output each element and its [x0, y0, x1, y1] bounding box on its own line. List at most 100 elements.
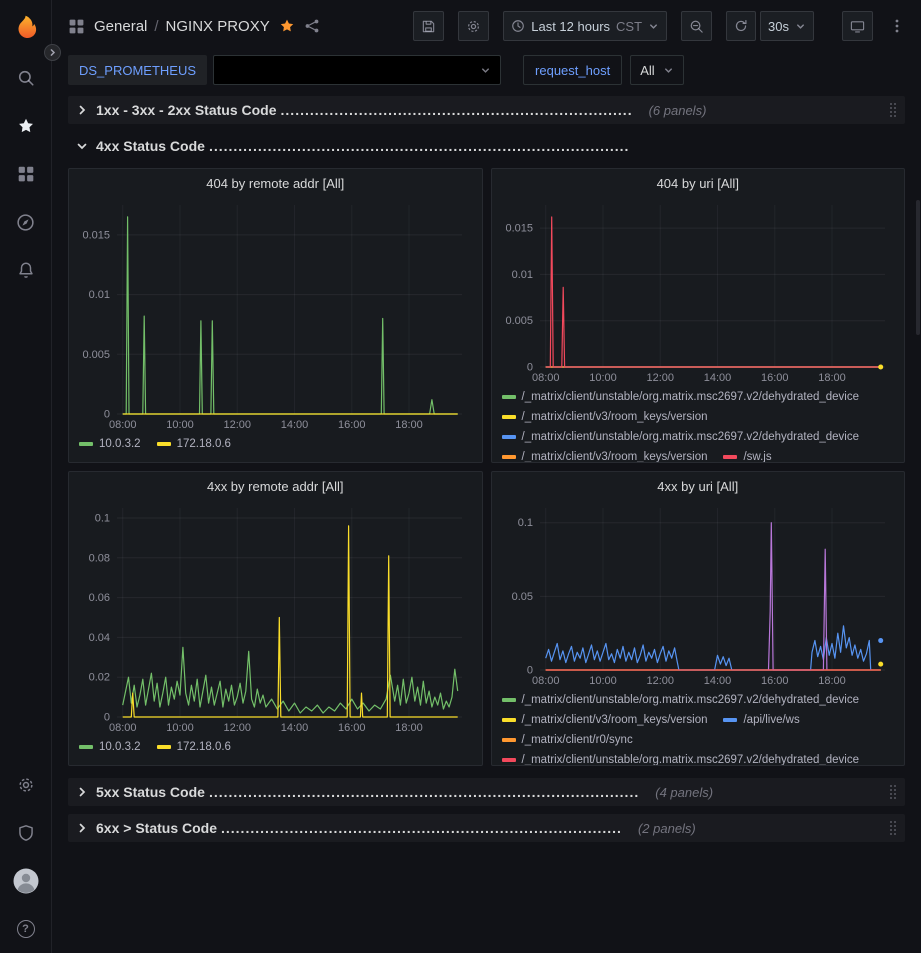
legend-item[interactable]: /_matrix/client/r0/sync: [502, 734, 633, 746]
legend-item[interactable]: /_matrix/client/unstable/org.matrix.msc2…: [502, 431, 860, 443]
legend-series-swatch: [502, 698, 516, 702]
monitor-icon: [850, 19, 865, 34]
user-avatar: [13, 868, 39, 894]
panel-title[interactable]: 4xx by uri [All]: [492, 472, 905, 500]
panel-4xx-by-remote-addr: 4xx by remote addr [All]08:0010:0012:001…: [68, 471, 483, 766]
timeseries-plot[interactable]: 08:0010:0012:0014:0016:0018:0000.0050.01…: [500, 197, 897, 385]
row-drag-handle[interactable]: [889, 102, 897, 118]
legend-series-swatch: [502, 758, 516, 762]
refresh-interval-picker[interactable]: 30s: [760, 11, 814, 41]
legend-item[interactable]: /_matrix/client/v3/room_keys/version: [502, 714, 708, 726]
sidebar-item-alerting[interactable]: [0, 246, 52, 294]
legend-item[interactable]: /_matrix/client/v3/room_keys/version: [502, 451, 708, 462]
row-title: 4xx Status Code.........................…: [96, 138, 629, 154]
sidebar-item-help[interactable]: ?: [0, 905, 52, 953]
svg-text:0.06: 0.06: [89, 592, 110, 604]
svg-text:0.1: 0.1: [517, 517, 532, 529]
row-drag-handle[interactable]: [889, 820, 897, 836]
legend-item[interactable]: /sw.js: [723, 451, 771, 462]
share-icon[interactable]: [304, 18, 320, 34]
sidebar-item-profile[interactable]: [0, 857, 52, 905]
svg-text:0.015: 0.015: [505, 223, 533, 235]
chart-canvas: 08:0010:0012:0014:0016:0018:0000.0050.01…: [500, 197, 897, 385]
row-4xx-status[interactable]: 4xx Status Code.........................…: [68, 132, 905, 160]
dashboard-settings-button[interactable]: [458, 11, 489, 41]
svg-text:0: 0: [104, 409, 110, 421]
legend-item[interactable]: 10.0.3.2: [79, 741, 141, 753]
legend-item[interactable]: /_matrix/client/v3/room_keys/version: [502, 411, 708, 423]
sidebar-item-server-admin[interactable]: [0, 809, 52, 857]
svg-text:0: 0: [526, 362, 532, 374]
variable-label-ds-prometheus[interactable]: DS_PROMETHEUS: [68, 55, 207, 85]
sidebar-expand-toggle[interactable]: [44, 44, 61, 61]
row-5xx-status[interactable]: 5xx Status Code.........................…: [68, 778, 905, 806]
breadcrumb-folder[interactable]: General: [94, 18, 147, 35]
panel-title[interactable]: 4xx by remote addr [All]: [69, 472, 482, 500]
svg-text:0.04: 0.04: [89, 632, 110, 644]
series-endpoint-dot: [878, 365, 883, 370]
kebab-menu-icon: [895, 18, 899, 34]
cycle-view-mode-button[interactable]: [842, 11, 873, 41]
row-drag-handle[interactable]: [889, 784, 897, 800]
legend-item[interactable]: /_matrix/client/unstable/org.matrix.msc2…: [502, 694, 860, 706]
legend-item[interactable]: 10.0.3.2: [79, 438, 141, 450]
legend-item[interactable]: /_matrix/client/unstable/org.matrix.msc2…: [502, 391, 860, 403]
panels-grid: 404 by remote addr [All]08:0010:0012:001…: [68, 168, 905, 766]
time-range-label: Last 12 hours: [531, 19, 610, 34]
time-range-picker[interactable]: Last 12 hours CST: [503, 11, 667, 41]
series-endpoint-dot: [878, 638, 883, 643]
svg-text:0.015: 0.015: [82, 229, 110, 241]
row-1xx-3xx-2xx-status[interactable]: 1xx - 3xx - 2xx Status Code.............…: [68, 96, 905, 124]
variable-label-request-host[interactable]: request_host: [523, 55, 622, 85]
zoom-out-time-button[interactable]: [681, 11, 712, 41]
legend-item[interactable]: 172.18.0.6: [157, 438, 231, 450]
breadcrumb-separator: /: [154, 18, 158, 35]
grafana-logo[interactable]: [0, 0, 52, 54]
timeseries-plot[interactable]: 08:0010:0012:0014:0016:0018:0000.050.1: [500, 500, 897, 688]
svg-text:14:00: 14:00: [703, 675, 731, 687]
row-title: 1xx - 3xx - 2xx Status Code.............…: [96, 102, 633, 118]
refresh-button[interactable]: [726, 11, 756, 41]
panel-title[interactable]: 404 by remote addr [All]: [69, 169, 482, 197]
panel-4xx-by-uri: 4xx by uri [All]08:0010:0012:0014:0016:0…: [491, 471, 906, 766]
breadcrumb-dashboard[interactable]: NGINX PROXY: [166, 18, 270, 35]
more-options-kebab[interactable]: [887, 11, 907, 41]
chevron-down-icon: [76, 140, 88, 152]
sidebar-item-explore[interactable]: [0, 198, 52, 246]
legend-series-name: /_matrix/client/unstable/org.matrix.msc2…: [522, 694, 860, 706]
star-icon: [17, 117, 35, 135]
panel-title[interactable]: 404 by uri [All]: [492, 169, 905, 197]
variables-bar: DS_PROMETHEUS request_host All: [52, 52, 921, 88]
timeseries-plot[interactable]: 08:0010:0012:0014:0016:0018:0000.020.040…: [77, 500, 474, 735]
legend-item[interactable]: /api/live/ws: [723, 714, 799, 726]
chevron-down-icon: [795, 21, 806, 32]
sidebar-item-starred[interactable]: [0, 102, 52, 150]
save-dashboard-button[interactable]: [413, 11, 444, 41]
svg-text:16:00: 16:00: [761, 675, 789, 687]
legend-series-name: /_matrix/client/unstable/org.matrix.msc2…: [522, 754, 860, 765]
row-6xx-status[interactable]: 6xx > Status Code.......................…: [68, 814, 905, 842]
legend-series-name: 10.0.3.2: [99, 438, 141, 450]
legend-item[interactable]: 172.18.0.6: [157, 741, 231, 753]
zoom-out-icon: [689, 19, 704, 34]
timeseries-plot[interactable]: 08:0010:0012:0014:0016:0018:0000.0050.01…: [77, 197, 474, 432]
sidebar-item-search[interactable]: [0, 54, 52, 102]
svg-text:0.08: 0.08: [89, 552, 110, 564]
legend-item[interactable]: /_matrix/client/unstable/org.matrix.msc2…: [502, 754, 860, 765]
gear-icon: [466, 19, 481, 34]
chevron-right-icon: [76, 104, 88, 116]
variable-value-request-host[interactable]: All: [630, 55, 683, 85]
sidebar-item-dashboards[interactable]: [0, 150, 52, 198]
sidebar-item-configuration[interactable]: [0, 761, 52, 809]
favorite-star-icon[interactable]: [279, 18, 295, 34]
chevron-right-icon: [76, 786, 88, 798]
grafana-app: ? General / NGINX PROXY: [0, 0, 921, 953]
legend-series-name: /_matrix/client/v3/room_keys/version: [522, 714, 708, 726]
legend-series-swatch: [502, 455, 516, 459]
search-icon: [17, 69, 35, 87]
variable-value-ds-prometheus[interactable]: [213, 55, 501, 85]
chart-canvas: 08:0010:0012:0014:0016:0018:0000.050.1: [500, 500, 897, 688]
legend-series-name: /_matrix/client/v3/room_keys/version: [522, 451, 708, 462]
legend-row: /_matrix/client/v3/room_keys/version: [502, 407, 895, 427]
scrollbar-thumb[interactable]: [916, 200, 920, 335]
